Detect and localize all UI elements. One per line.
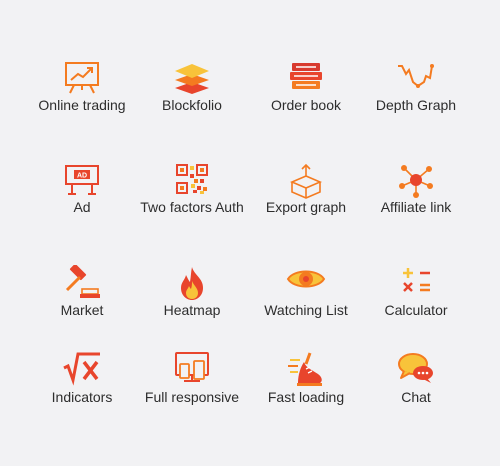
feature-ad: AD Ad [22, 162, 142, 236]
feature-export-graph: Export graph [246, 162, 366, 236]
feature-indicators: Indicators [22, 352, 142, 426]
feature-label: Online trading [38, 97, 126, 113]
feature-label: Two factors Auth [140, 199, 244, 215]
feature-label: Blockfolio [162, 97, 222, 113]
feature-label: Calculator [384, 302, 448, 318]
feature-label: Chat [401, 389, 431, 405]
layers-icon [172, 60, 212, 100]
feature-calculator: Calculator [356, 265, 476, 339]
feature-label: Ad [73, 199, 91, 215]
books-icon [286, 60, 326, 100]
feature-depth-graph: Depth Graph [356, 60, 476, 134]
flame-icon [172, 265, 212, 305]
feature-full-responsive: Full responsive [132, 352, 252, 426]
devices-icon [172, 352, 212, 392]
feature-label: Full responsive [144, 389, 240, 405]
feature-heatmap: Heatmap [132, 265, 252, 339]
feature-fast-loading: Fast loading [246, 352, 366, 426]
billboard-icon: AD [62, 162, 102, 202]
feature-label: Indicators [51, 389, 113, 405]
feature-label: Heatmap [163, 302, 221, 318]
feature-label: Depth Graph [375, 97, 457, 113]
feature-chat: Chat [356, 352, 476, 426]
running-shoe-icon [286, 352, 326, 392]
svg-text:AD: AD [77, 173, 87, 180]
feature-label: Affiliate link [380, 199, 452, 215]
calculator-icon [396, 265, 436, 305]
feature-online-trading: Online trading [22, 60, 142, 134]
feature-watching-list: Watching List [246, 265, 366, 339]
feature-label: Market [60, 302, 104, 318]
chat-bubbles-icon [396, 352, 436, 392]
gavel-icon [62, 265, 102, 305]
network-icon [396, 162, 436, 202]
feature-label: Fast loading [267, 389, 345, 405]
feature-market: Market [22, 265, 142, 339]
feature-label: Watching List [264, 302, 348, 318]
feature-affiliate-link: Affiliate link [356, 162, 476, 236]
box-export-icon [286, 162, 326, 202]
feature-blockfolio: Blockfolio [132, 60, 252, 134]
line-graph-icon [396, 60, 436, 100]
chart-board-icon [62, 60, 102, 100]
feature-label: Export graph [265, 199, 347, 215]
sqrt-icon [62, 352, 102, 392]
feature-label: Order book [270, 97, 342, 113]
feature-two-factors-auth: Two factors Auth [132, 162, 252, 236]
feature-order-book: Order book [246, 60, 366, 134]
eye-icon [286, 265, 326, 305]
qr-code-icon [172, 162, 212, 202]
